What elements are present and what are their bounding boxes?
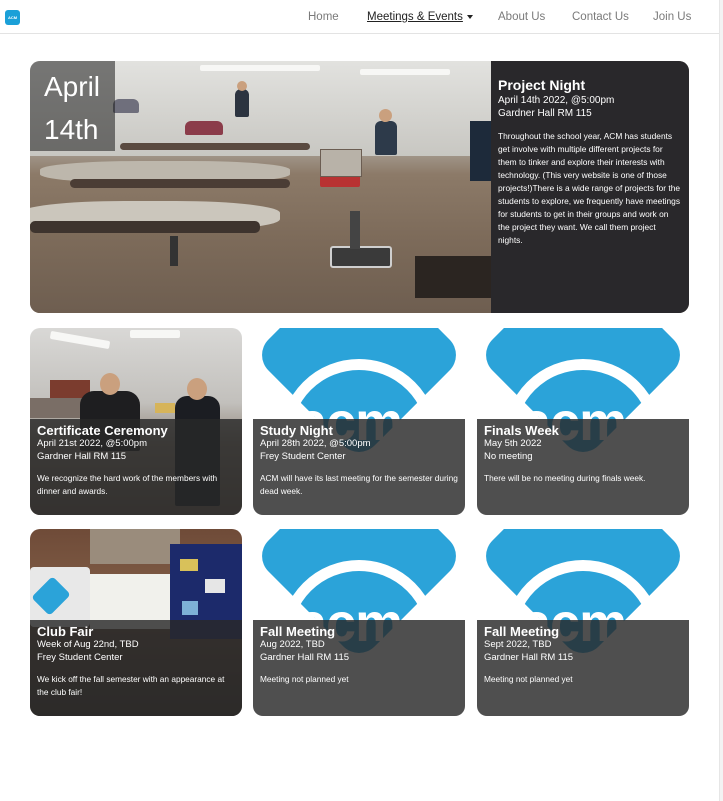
- event-title: Finals Week: [484, 423, 559, 438]
- nav-meetings-label: Meetings & Events: [367, 11, 463, 23]
- event-location: Gardner Hall RM 115: [260, 651, 350, 663]
- feature-date-badge: April 14th: [30, 61, 115, 151]
- date-day: 14th: [44, 114, 99, 145]
- event-title: Fall Meeting: [260, 624, 336, 639]
- feature-info-panel: Project Night April 14th 2022, @5:00pm G…: [491, 61, 689, 313]
- event-info-overlay: Fall Meeting Aug 2022, TBD Gardner Hall …: [253, 620, 465, 716]
- event-info-overlay: Fall Meeting Sept 2022, TBD Gardner Hall…: [477, 620, 689, 716]
- caret-down-icon: [466, 14, 473, 19]
- event-location: Frey Student Center: [260, 450, 346, 462]
- event-title: Fall Meeting: [484, 624, 560, 639]
- scrollbar[interactable]: [719, 0, 723, 801]
- event-description: We recognize the hard work of the member…: [37, 473, 218, 496]
- event-datetime: Week of Aug 22nd, TBD: [37, 639, 139, 650]
- event-card-fall-meeting-sept[interactable]: acm Fall Meeting Sept 2022, TBD Gardner …: [477, 529, 689, 716]
- nav-home[interactable]: Home: [308, 11, 339, 23]
- logo-text: ACM: [7, 15, 18, 20]
- event-info-overlay: Club Fair Week of Aug 22nd, TBD Frey Stu…: [30, 620, 242, 716]
- event-description: ACM will have its last meeting for the s…: [260, 473, 458, 496]
- event-info-overlay: Finals Week May 5th 2022 No meeting Ther…: [477, 419, 689, 515]
- feature-title: Project Night: [498, 77, 586, 93]
- event-card-finals-week[interactable]: acm Finals Week May 5th 2022 No meeting …: [477, 328, 689, 515]
- event-datetime: April 28th 2022, @5:00pm: [260, 438, 371, 449]
- nav-about-us[interactable]: About Us: [498, 11, 545, 23]
- event-card-study-night[interactable]: acm Study Night April 28th 2022, @5:00pm…: [253, 328, 465, 515]
- event-card-club-fair[interactable]: Club Fair Week of Aug 22nd, TBD Frey Stu…: [30, 529, 242, 716]
- event-datetime: May 5th 2022: [484, 438, 542, 449]
- event-datetime: Sept 2022, TBD: [484, 639, 552, 650]
- event-location: No meeting: [484, 450, 533, 462]
- nav-contact-us[interactable]: Contact Us: [572, 11, 629, 23]
- event-location: Gardner Hall RM 115: [484, 651, 574, 663]
- event-title: Study Night: [260, 423, 333, 438]
- nav-join-us[interactable]: Join Us: [653, 11, 691, 23]
- event-datetime: April 21st 2022, @5:00pm: [37, 438, 147, 449]
- event-title: Club Fair: [37, 624, 94, 639]
- event-info-overlay: Certificate Ceremony April 21st 2022, @5…: [30, 419, 242, 515]
- navbar: ACM Home Meetings & Events About Us Cont…: [0, 0, 719, 34]
- nav-meetings-events[interactable]: Meetings & Events: [367, 11, 473, 23]
- event-description: We kick off the fall semester with an ap…: [37, 674, 225, 697]
- feature-photo: April 14th: [30, 61, 491, 313]
- acm-logo-icon[interactable]: ACM: [5, 10, 20, 25]
- event-description: Meeting not planned yet: [484, 674, 573, 684]
- feature-description: Throughout the school year, ACM has stud…: [498, 131, 681, 245]
- event-description: Meeting not planned yet: [260, 674, 349, 684]
- event-card-fall-meeting-aug[interactable]: acm Fall Meeting Aug 2022, TBD Gardner H…: [253, 529, 465, 716]
- feature-event-card[interactable]: April 14th Project Night April 14th 2022…: [30, 61, 689, 313]
- event-info-overlay: Study Night April 28th 2022, @5:00pm Fre…: [253, 419, 465, 515]
- event-description: There will be no meeting during finals w…: [484, 473, 646, 483]
- feature-datetime: April 14th 2022, @5:00pm: [498, 95, 615, 106]
- event-location: Gardner Hall RM 115: [37, 450, 127, 462]
- event-card-certificate-ceremony[interactable]: Certificate Ceremony April 21st 2022, @5…: [30, 328, 242, 515]
- event-datetime: Aug 2022, TBD: [260, 639, 325, 650]
- date-month: April: [44, 71, 101, 102]
- event-location: Frey Student Center: [37, 651, 123, 663]
- feature-location: Gardner Hall RM 115: [498, 108, 592, 119]
- event-title: Certificate Ceremony: [37, 423, 168, 438]
